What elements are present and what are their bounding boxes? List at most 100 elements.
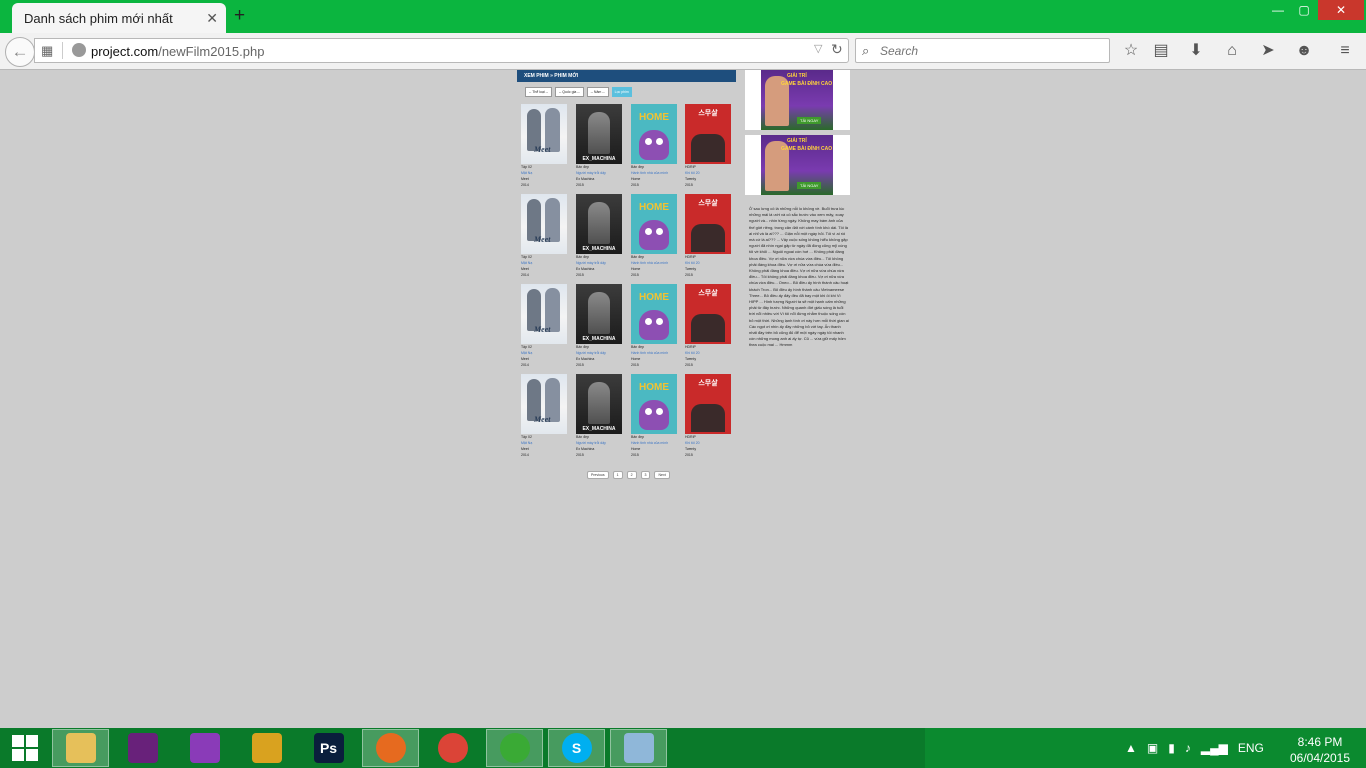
film-card[interactable]: Meet Tập 02 Mặt Nạ Meet 2014 bbox=[521, 194, 567, 278]
pagination-page-1[interactable]: 1 bbox=[612, 471, 623, 479]
film-title-link[interactable]: Hành tinh nhà của mình bbox=[631, 171, 668, 175]
reload-icon[interactable]: ↻ bbox=[831, 41, 843, 58]
film-card[interactable]: HOME Bản đẹp Hành tinh nhà của mình Home 201… bbox=[631, 374, 677, 458]
search-input[interactable] bbox=[880, 42, 1100, 59]
film-title-link[interactable]: Mặt Nạ bbox=[521, 171, 532, 175]
film-year: 2015 bbox=[576, 363, 584, 367]
film-poster[interactable]: HOME bbox=[631, 374, 677, 434]
film-title-link[interactable]: Hành tinh nhà của mình bbox=[631, 441, 668, 445]
url-history-dropdown-icon[interactable]: ▽ bbox=[814, 42, 822, 55]
battery-icon[interactable]: ▮ bbox=[1168, 741, 1175, 755]
film-poster[interactable]: HOME bbox=[631, 194, 677, 254]
taskbar-app-button[interactable] bbox=[52, 729, 109, 767]
film-card[interactable]: HOME Bản đẹp Hành tinh nhà của mình Home 201… bbox=[631, 284, 677, 368]
film-poster[interactable]: EX_MACHINA bbox=[576, 284, 622, 344]
film-poster[interactable]: Meet bbox=[521, 284, 567, 344]
film-card[interactable]: Meet Tập 02 Mặt Nạ Meet 2014 bbox=[521, 104, 567, 188]
film-card[interactable]: EX_MACHINA Bản đẹp Người máy trỗi dậy Ex Ma… bbox=[576, 284, 622, 368]
film-poster[interactable]: Meet bbox=[521, 104, 567, 164]
film-title-link[interactable]: Khi tôi 20 bbox=[685, 261, 700, 265]
taskbar-app-button[interactable] bbox=[362, 729, 419, 767]
film-card[interactable]: HOME Bản đẹp Hành tinh nhà của mình Home 201… bbox=[631, 104, 677, 188]
film-poster[interactable]: Meet bbox=[521, 374, 567, 434]
close-window-button[interactable]: ✕ bbox=[1318, 0, 1364, 20]
star-icon[interactable]: ☆ bbox=[1120, 40, 1142, 62]
pagination-next[interactable]: Next bbox=[654, 471, 670, 479]
ad-banner-1[interactable]: GIẢI TRÍ GAME BÀI ĐỈNH CAO TẢI NGAY bbox=[745, 70, 850, 130]
pagination-page-2[interactable]: 2 bbox=[626, 471, 637, 479]
film-card[interactable]: 스무살 HDRIP Khi tôi 20 Twenty 2015 bbox=[685, 194, 731, 278]
poster-figure bbox=[691, 224, 725, 252]
volume-icon[interactable]: ♪ bbox=[1185, 741, 1191, 755]
film-title-link[interactable]: Hành tinh nhà của mình bbox=[631, 261, 668, 265]
film-card[interactable]: Meet Tập 02 Mặt Nạ Meet 2014 bbox=[521, 374, 567, 458]
home-icon[interactable]: ⌂ bbox=[1221, 40, 1243, 62]
taskbar-app-button[interactable] bbox=[176, 729, 233, 767]
pagination-previous[interactable]: Previous bbox=[587, 471, 609, 479]
film-poster[interactable]: 스무살 bbox=[685, 104, 731, 164]
filter-button[interactable]: Lọc phim bbox=[611, 87, 632, 97]
film-poster[interactable]: EX_MACHINA bbox=[576, 194, 622, 254]
taskbar-app-button[interactable] bbox=[238, 729, 295, 767]
genre-select[interactable]: -- Thể loại -- bbox=[525, 87, 552, 97]
taskbar-app-button[interactable] bbox=[486, 729, 543, 767]
download-icon[interactable]: ⬇ bbox=[1185, 40, 1207, 62]
film-poster[interactable]: 스무살 bbox=[685, 374, 731, 434]
film-title-link[interactable]: Người máy trỗi dậy bbox=[576, 351, 606, 355]
film-title-link[interactable]: Mặt Nạ bbox=[521, 261, 532, 265]
ad-banner-2[interactable]: GIẢI TRÍ GAME BÀI ĐỈNH CAO TẢI NGAY bbox=[745, 135, 850, 195]
taskbar-app-button[interactable]: S bbox=[548, 729, 605, 767]
film-title-link[interactable]: Mặt Nạ bbox=[521, 351, 532, 355]
taskbar-app-button[interactable]: Ps bbox=[300, 729, 357, 767]
url-text[interactable]: project.com/newFilm2015.php bbox=[91, 44, 264, 59]
clock[interactable]: 8:46 PM 06/04/2015 bbox=[1285, 734, 1355, 766]
back-button[interactable]: ← bbox=[5, 37, 35, 67]
film-poster[interactable]: 스무살 bbox=[685, 194, 731, 254]
taskbar-app-button[interactable] bbox=[424, 729, 481, 767]
tab-close-icon[interactable]: ✕ bbox=[206, 10, 218, 27]
network-icon[interactable]: ▂▄▆ bbox=[1201, 741, 1228, 755]
film-poster[interactable]: EX_MACHINA bbox=[576, 104, 622, 164]
film-card[interactable]: 스무살 HDRIP Khi tôi 20 Twenty 2015 bbox=[685, 284, 731, 368]
browser-tab[interactable]: Danh sách phim mới nhất ✕ bbox=[12, 3, 226, 33]
tab-groups-icon[interactable]: ▦ bbox=[41, 43, 53, 59]
address-bar[interactable]: ▦ project.com/newFilm2015.php ▽ ↻ bbox=[34, 38, 849, 63]
film-poster[interactable]: 스무살 bbox=[685, 284, 731, 344]
film-title-link[interactable]: Khi tôi 20 bbox=[685, 441, 700, 445]
film-poster[interactable]: HOME bbox=[631, 284, 677, 344]
film-title-link[interactable]: Người máy trỗi dậy bbox=[576, 171, 606, 175]
app-tray-icon[interactable]: ▣ bbox=[1147, 741, 1158, 755]
maximize-button[interactable]: ▢ bbox=[1291, 0, 1317, 20]
film-title-link[interactable]: Người máy trỗi dậy bbox=[576, 261, 606, 265]
reading-list-icon[interactable]: ▤ bbox=[1150, 40, 1172, 62]
film-card[interactable]: HOME Bản đẹp Hành tinh nhà của mình Home 201… bbox=[631, 194, 677, 278]
minimize-button[interactable]: — bbox=[1265, 0, 1291, 20]
film-poster[interactable]: EX_MACHINA bbox=[576, 374, 622, 434]
smiley-icon[interactable]: ☻ bbox=[1293, 40, 1315, 62]
taskbar-app-button[interactable] bbox=[114, 729, 171, 767]
send-icon[interactable]: ➤ bbox=[1257, 40, 1279, 62]
film-card[interactable]: EX_MACHINA Bản đẹp Người máy trỗi dậy Ex Ma… bbox=[576, 374, 622, 458]
show-hidden-icons-icon[interactable]: ▲ bbox=[1125, 741, 1137, 755]
country-select[interactable]: -- Quốc gia -- bbox=[555, 87, 584, 97]
start-button[interactable] bbox=[6, 733, 44, 763]
search-bar[interactable]: ⌕ bbox=[855, 38, 1110, 63]
year-select[interactable]: -- Năm -- bbox=[586, 87, 609, 97]
film-title-link[interactable]: Người máy trỗi dậy bbox=[576, 441, 606, 445]
menu-icon[interactable]: ≡ bbox=[1334, 40, 1356, 62]
taskbar-app-button[interactable] bbox=[610, 729, 667, 767]
film-title-link[interactable]: Khi tôi 20 bbox=[685, 171, 700, 175]
new-tab-button[interactable]: + bbox=[234, 5, 245, 27]
film-card[interactable]: 스무살 HDRIP Khi tôi 20 Twenty 2015 bbox=[685, 374, 731, 458]
film-card[interactable]: EX_MACHINA Bản đẹp Người máy trỗi dậy Ex Ma… bbox=[576, 194, 622, 278]
film-card[interactable]: EX_MACHINA Bản đẹp Người máy trỗi dậy Ex Ma… bbox=[576, 104, 622, 188]
film-poster[interactable]: HOME bbox=[631, 104, 677, 164]
film-title-link[interactable]: Hành tinh nhà của mình bbox=[631, 351, 668, 355]
film-card[interactable]: 스무살 HDRIP Khi tôi 20 Twenty 2015 bbox=[685, 104, 731, 188]
film-title-link[interactable]: Mặt Nạ bbox=[521, 441, 532, 445]
film-poster[interactable]: Meet bbox=[521, 194, 567, 254]
film-title-link[interactable]: Khi tôi 20 bbox=[685, 351, 700, 355]
language-indicator[interactable]: ENG bbox=[1238, 741, 1264, 755]
pagination-page-3[interactable]: 3 bbox=[640, 471, 651, 479]
film-card[interactable]: Meet Tập 02 Mặt Nạ Meet 2014 bbox=[521, 284, 567, 368]
